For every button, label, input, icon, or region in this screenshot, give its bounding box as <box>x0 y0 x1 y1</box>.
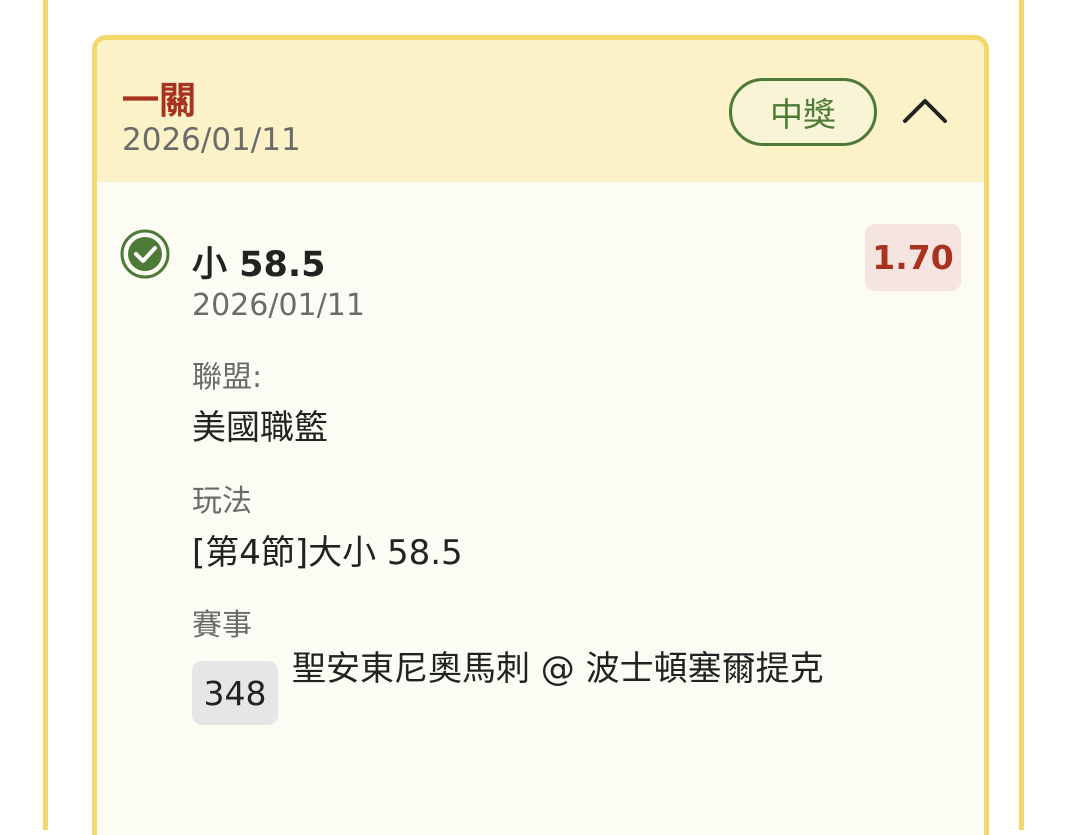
odds-badge: 1.70 <box>865 224 961 291</box>
league-value: 美國職籃 <box>192 408 328 448</box>
match-number-badge: 348 <box>192 661 278 725</box>
bet-card-header[interactable]: 一關 2026/01/11 中獎 <box>97 40 984 182</box>
selection-title: 小 58.5 <box>192 245 326 285</box>
market-value: [第4節]大小 58.5 <box>192 533 463 573</box>
league-label: 聯盟: <box>192 360 263 395</box>
status-badge: 中獎 <box>729 78 877 146</box>
bet-date: 2026/01/11 <box>122 122 301 158</box>
check-circle-icon <box>120 229 170 279</box>
match-name: 聖安東尼奧馬刺 @ 波士頓塞爾提克 <box>292 649 824 689</box>
bet-type-title: 一關 <box>122 79 196 122</box>
chevron-up-icon <box>903 99 947 123</box>
selection-date: 2026/01/11 <box>192 288 365 323</box>
bet-card: 一關 2026/01/11 中獎 小 58.5 1.70 2026/01/11 … <box>92 35 989 835</box>
collapse-toggle-button[interactable] <box>897 82 953 138</box>
market-label: 玩法 <box>192 484 252 519</box>
event-label: 賽事 <box>192 608 252 643</box>
